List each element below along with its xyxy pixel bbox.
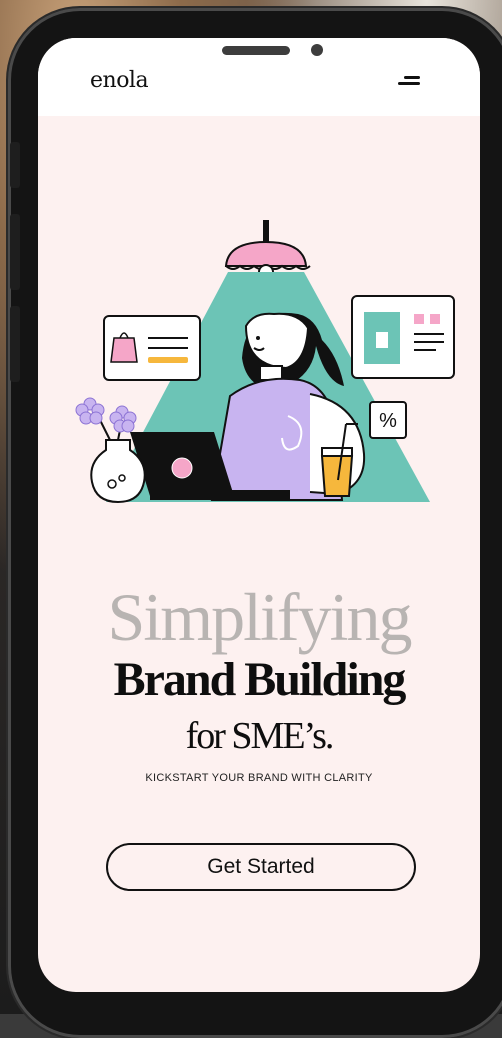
brand-logo[interactable]: enola: [90, 68, 149, 93]
speaker-grille: [222, 46, 290, 55]
juice-glass-icon: [320, 455, 354, 497]
lamp-cord: [263, 220, 269, 244]
lamp-shade-icon: [224, 240, 308, 267]
volume-up-button: [10, 214, 20, 290]
headline-brand-building: Brand Building: [113, 653, 407, 706]
front-camera: [311, 44, 323, 56]
get-started-button[interactable]: Get Started: [106, 843, 416, 891]
tagline: KICKSTART YOUR BRAND WITH CLARITY: [145, 772, 373, 784]
menu-icon[interactable]: [398, 74, 422, 90]
headline-for-smes: for SME’s.: [185, 715, 335, 757]
svg-text:%: %: [379, 410, 397, 432]
flowers-icon: [75, 397, 137, 433]
mute-switch: [10, 142, 20, 188]
top-navigation: enola: [38, 38, 480, 116]
phone-screen: enola % Simplifying Brand Building for S…: [38, 38, 480, 992]
hero-illustration: %: [75, 220, 455, 504]
headline-simplifying: Simplifying: [107, 579, 413, 655]
volume-down-button: [10, 306, 20, 382]
